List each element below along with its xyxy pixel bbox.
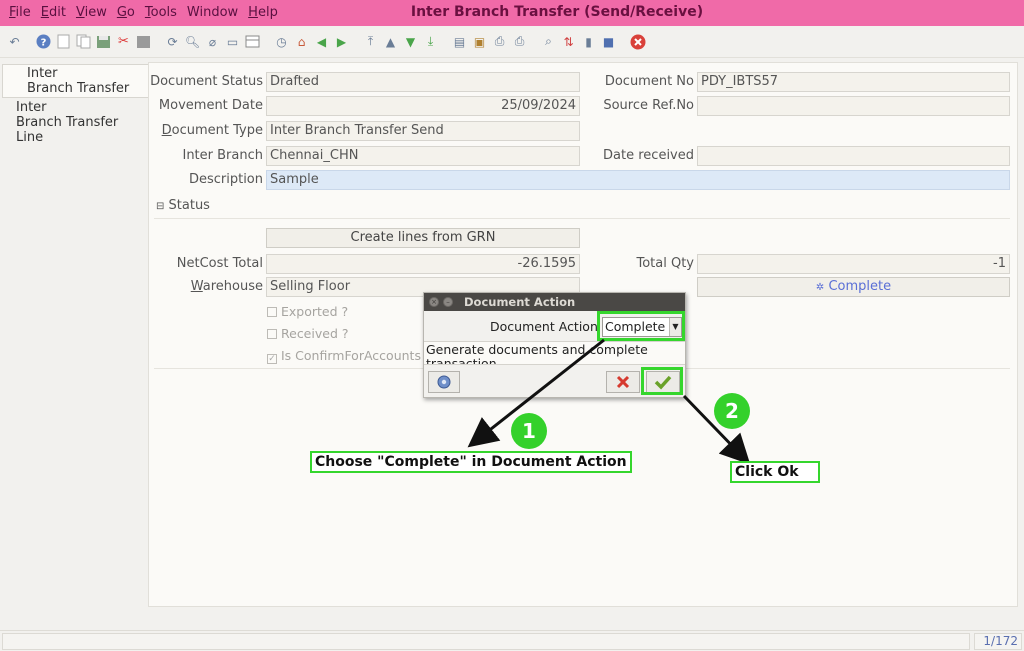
step-2-callout: Click Ok — [730, 461, 820, 483]
status-bar: 1/172 — [0, 630, 1024, 651]
status-message — [2, 633, 970, 650]
step-2-badge: 2 — [714, 393, 750, 429]
annotation-arrows — [467, 338, 751, 465]
step-1-callout: Choose "Complete" in Document Action — [310, 451, 632, 473]
step-1-badge: 1 — [511, 413, 547, 449]
record-counter: 1/172 — [974, 633, 1022, 650]
